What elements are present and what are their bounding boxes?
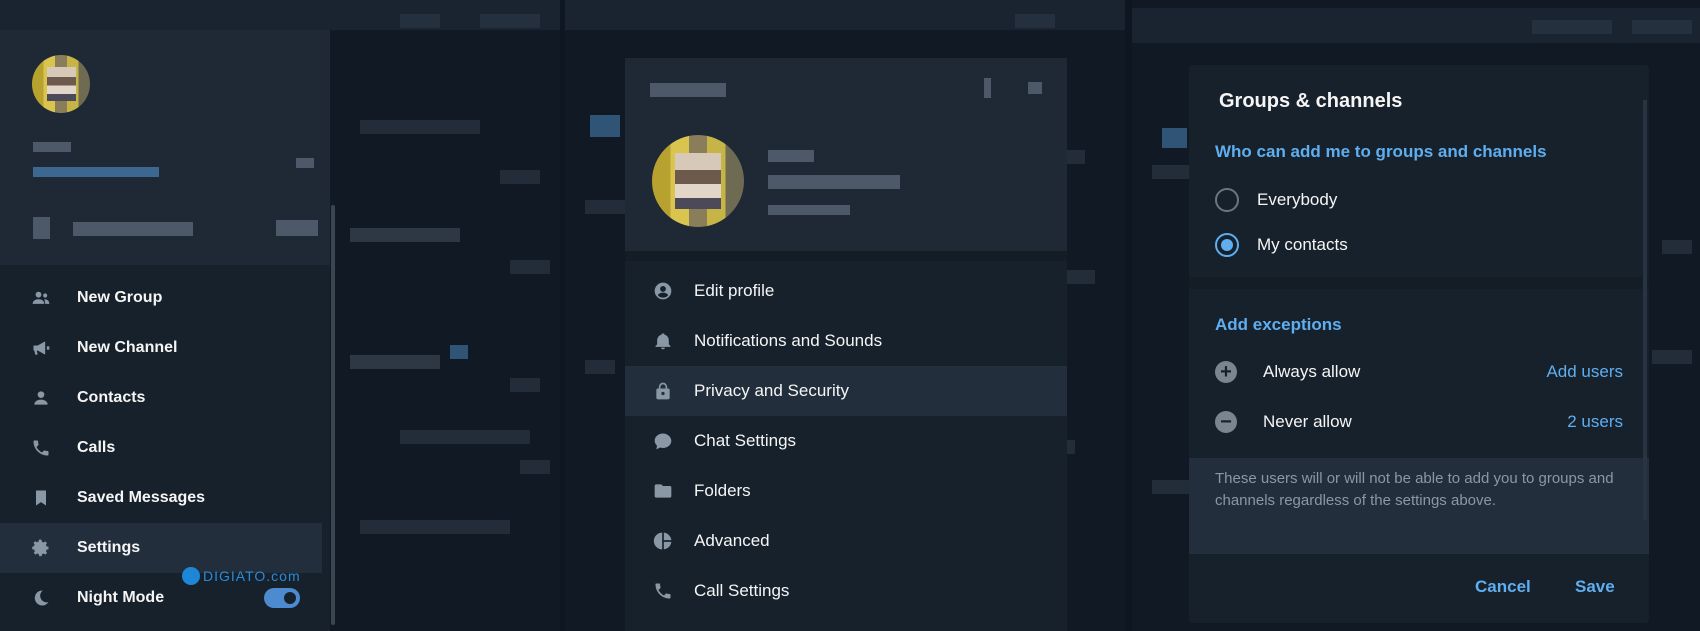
menu-item-calls[interactable]: Calls bbox=[0, 423, 322, 473]
megaphone-icon bbox=[31, 338, 51, 358]
moon-icon bbox=[31, 588, 51, 608]
settings-item-call-settings[interactable]: Call Settings bbox=[625, 566, 1067, 616]
profile-icon bbox=[653, 281, 673, 301]
minus-circle-icon: − bbox=[1215, 411, 1237, 433]
settings-item-folders[interactable]: Folders bbox=[625, 466, 1067, 516]
never-allow-label: Never allow bbox=[1263, 412, 1352, 431]
people-icon bbox=[31, 288, 51, 308]
redacted-phone bbox=[768, 175, 900, 189]
plus-circle-icon: + bbox=[1215, 361, 1237, 383]
menu-item-new-group[interactable]: New Group bbox=[0, 273, 322, 323]
settings-item-label: Call Settings bbox=[694, 581, 790, 600]
menu-item-label: New Group bbox=[77, 289, 163, 306]
menu-item-label: Contacts bbox=[77, 389, 146, 406]
settings-header bbox=[625, 58, 1067, 251]
background-scrollbar bbox=[1643, 100, 1647, 520]
close-icon[interactable] bbox=[1028, 82, 1042, 94]
folder-icon bbox=[653, 481, 673, 501]
always-allow-label: Always allow bbox=[1263, 362, 1361, 381]
menu-item-saved-messages[interactable]: Saved Messages bbox=[0, 473, 322, 523]
radio-label: My contacts bbox=[1257, 235, 1348, 254]
blurred-topbar bbox=[0, 0, 560, 30]
redacted-username bbox=[768, 205, 850, 215]
settings-item-label: Notifications and Sounds bbox=[694, 331, 883, 350]
menu-icon[interactable] bbox=[984, 78, 991, 98]
avatar[interactable] bbox=[652, 135, 744, 227]
menu-item-new-channel[interactable]: New Channel bbox=[0, 323, 322, 373]
menu-item-settings[interactable]: Settings bbox=[0, 523, 322, 573]
redacted-icon bbox=[33, 217, 50, 239]
dialog-title: Groups & channels bbox=[1219, 90, 1403, 112]
settings-item-label: Edit profile bbox=[694, 281, 775, 300]
save-button[interactable]: Save bbox=[1575, 577, 1615, 597]
chat-icon bbox=[653, 431, 673, 451]
left-menu-panel: New Group New Channel Contacts Calls Saved M… bbox=[0, 30, 330, 631]
settings-item-label: Advanced bbox=[694, 531, 770, 550]
never-allow-count[interactable]: 2 users bbox=[1567, 412, 1623, 432]
never-allow-row[interactable]: − Never allow 2 users bbox=[1215, 407, 1623, 437]
phone-icon bbox=[653, 581, 673, 601]
settings-item-label: Privacy and Security bbox=[694, 381, 849, 400]
redacted-badge bbox=[276, 220, 318, 236]
pie-icon bbox=[653, 531, 673, 551]
redacted-name bbox=[768, 150, 814, 162]
separator bbox=[625, 251, 1067, 261]
settings-item-advanced[interactable]: Advanced bbox=[625, 516, 1067, 566]
settings-item-notifications-and-sounds[interactable]: Notifications and Sounds bbox=[625, 316, 1067, 366]
settings-item-label: Chat Settings bbox=[694, 431, 797, 450]
redacted-title bbox=[650, 83, 726, 97]
menu-item-label: Night Mode bbox=[77, 589, 165, 606]
radio-everybody[interactable]: Everybody bbox=[1215, 188, 1337, 212]
settings-item-privacy-and-security[interactable]: Privacy and Security bbox=[625, 366, 1067, 416]
settings-item-label: Folders bbox=[694, 481, 751, 500]
night-mode-toggle[interactable] bbox=[264, 588, 300, 608]
redacted-name bbox=[33, 142, 71, 152]
avatar[interactable] bbox=[32, 55, 90, 113]
redacted-account bbox=[73, 222, 193, 236]
person-icon bbox=[31, 388, 51, 408]
redacted-phone bbox=[33, 167, 159, 177]
bell-icon bbox=[653, 331, 673, 351]
watermark: DIGIATO.com bbox=[182, 567, 301, 585]
always-allow-row[interactable]: + Always allow Add users bbox=[1215, 357, 1623, 387]
menu-item-label: Settings bbox=[77, 539, 141, 556]
add-users-link[interactable]: Add users bbox=[1546, 362, 1623, 382]
radio-button[interactable] bbox=[1215, 188, 1239, 212]
bookmark-icon bbox=[31, 488, 51, 508]
settings-item-edit-profile[interactable]: Edit profile bbox=[625, 266, 1067, 316]
groups-channels-dialog: Groups & channels Who can add me to grou… bbox=[1189, 65, 1649, 623]
menu-item-label: New Channel bbox=[77, 339, 178, 356]
screenshot-root: New Group New Channel Contacts Calls Saved M… bbox=[0, 0, 1700, 631]
radio-button-selected[interactable] bbox=[1215, 233, 1239, 257]
cancel-button[interactable]: Cancel bbox=[1475, 577, 1531, 597]
who-can-add-heading: Who can add me to groups and channels bbox=[1215, 142, 1547, 161]
menu-item-label: Saved Messages bbox=[77, 489, 206, 506]
settings-dialog: Edit profile Notifications and Sounds Priv… bbox=[625, 58, 1067, 631]
profile-header bbox=[0, 30, 330, 265]
menu-item-label: Calls bbox=[77, 439, 116, 456]
lock-icon bbox=[653, 381, 673, 401]
gear-icon bbox=[31, 538, 51, 558]
radio-label: Everybody bbox=[1257, 190, 1338, 209]
left-menu-scrollbar[interactable] bbox=[331, 205, 335, 625]
watermark-text: DIGIATO.com bbox=[203, 568, 301, 584]
radio-my-contacts[interactable]: My contacts bbox=[1215, 233, 1348, 257]
settings-item-chat-settings[interactable]: Chat Settings bbox=[625, 416, 1067, 466]
digiato-logo-icon bbox=[182, 567, 200, 585]
exceptions-note: These users will or will not be able to … bbox=[1189, 458, 1649, 554]
phone-icon bbox=[31, 438, 51, 458]
redacted-icon bbox=[296, 158, 314, 168]
blurred-topbar bbox=[1132, 8, 1700, 43]
separator bbox=[1189, 277, 1649, 289]
exceptions-heading: Add exceptions bbox=[1215, 315, 1342, 334]
menu-item-contacts[interactable]: Contacts bbox=[0, 373, 322, 423]
